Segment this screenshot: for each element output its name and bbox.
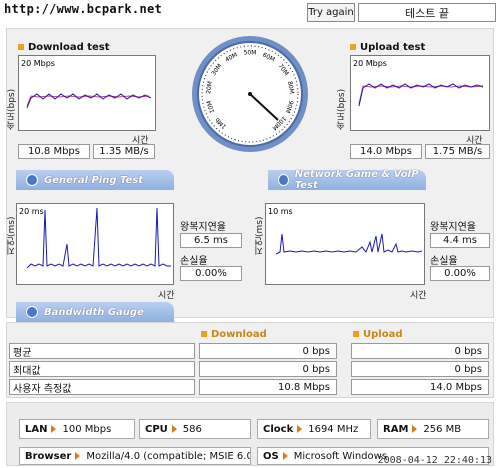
bandwidth-max-upload: 0 bps	[351, 361, 489, 377]
gauge-tick-label: 50M	[244, 50, 257, 57]
bandwidth-row-label: 사용자 측정값	[9, 379, 195, 395]
col-upload-header: Upload	[353, 329, 402, 340]
upload-graph-svg: 20 Mbps	[353, 59, 484, 107]
gauge-svg: 1Mb10M20M30M40M 50M 60M70M80M90M100M	[192, 36, 308, 152]
bandwidth-avg-upload: 0 bps	[351, 343, 489, 359]
game-rtt-value: 4.4 ms	[430, 233, 490, 248]
col-download-header: Download	[201, 329, 267, 340]
ping-rtt-label: 왕복지연율	[180, 222, 226, 233]
bandwidth-user-download: 10.8 Mbps	[199, 379, 337, 395]
upload-mbs: 1.75 MB/s	[425, 144, 490, 159]
game-loss-label: 손실율	[430, 256, 458, 267]
game-rtt-label: 왕복지연율	[430, 222, 476, 233]
clock-info: Clock 1694 MHz	[257, 419, 371, 439]
speed-gauge: 1Mb 10M 20M 30M 40M 50M 60M 70M 80M 90M 100M	[190, 34, 310, 154]
ping-loss-label: 손실율	[180, 256, 208, 267]
game-loss-value: 0.00%	[430, 266, 490, 281]
orange-square-icon	[18, 44, 24, 50]
bandwidth-max-download: 0 bps	[199, 361, 337, 377]
download-graph: 20 Mbps	[18, 55, 156, 131]
speedtest-window: http://www.bcpark.net Try again 테스트 끝 Do…	[0, 0, 500, 468]
ping-rtt-value: 6.5 ms	[180, 233, 242, 248]
test-status-field: 테스트 끝	[358, 3, 496, 22]
orange-square-icon	[201, 331, 207, 337]
game-tab-icon	[278, 174, 289, 186]
game-ymax-label: 10 ms	[268, 207, 293, 216]
upload-graph: 20 Mbps	[350, 55, 490, 131]
download-mbps: 10.8 Mbps	[18, 144, 90, 159]
bandwidth-row-label: 최대값	[9, 361, 195, 377]
upload-mbps: 14.0 Mbps	[350, 144, 422, 159]
arrow-right-icon	[171, 425, 177, 433]
download-ymax-label: 20 Mbps	[21, 59, 55, 68]
download-graph-svg: 20 Mbps	[21, 59, 152, 109]
arrow-right-icon	[75, 452, 81, 460]
ping-xlabel: 시간	[158, 291, 175, 301]
tab-bandwidth-gauge[interactable]: Bandwidth Gauge	[16, 302, 174, 322]
ram-info: RAM 256 MB	[377, 419, 489, 439]
upload-ymax-label: 20 Mbps	[353, 59, 387, 68]
ping-loss-value: 0.00%	[180, 266, 242, 281]
download-mbs: 1.35 MB/s	[93, 144, 155, 159]
site-logo[interactable]: http://www.bcpark.net	[4, 2, 162, 16]
bandwidth-user-upload: 14.0 Mbps	[351, 379, 489, 395]
download-title: Download test	[18, 42, 110, 53]
try-again-button[interactable]: Try again	[307, 3, 355, 22]
orange-square-icon	[350, 44, 356, 50]
bandwidth-avg-download: 0 bps	[199, 343, 337, 359]
bandwidth-tab-icon	[26, 306, 38, 318]
orange-square-icon	[353, 331, 359, 337]
ping-graph: 20 ms	[16, 203, 174, 285]
browser-info: Browser Mozilla/4.0 (compatible; MSIE 6.0	[19, 447, 251, 465]
bandwidth-row-label: 평균	[9, 343, 195, 359]
upload-title: Upload test	[350, 42, 425, 53]
ping-tab-icon	[26, 174, 38, 186]
game-xlabel: 시간	[410, 291, 427, 301]
arrow-right-icon	[412, 425, 418, 433]
download-ylabel: 속도(bps)	[7, 88, 17, 130]
game-graph: 10 ms	[265, 203, 425, 285]
tab-network-game[interactable]: Network Game & VoIP Test	[268, 169, 426, 191]
arrow-right-icon	[282, 452, 288, 460]
ping-graph-svg: 20 ms	[19, 207, 171, 269]
ping-ymax-label: 20 ms	[19, 207, 44, 216]
cpu-info: CPU 586	[139, 419, 251, 439]
timestamp: 2008-04-12 22:40:13	[377, 455, 492, 466]
arrow-right-icon	[51, 425, 57, 433]
lan-info: LAN 100 Mbps	[19, 419, 135, 439]
arrow-right-icon	[297, 425, 303, 433]
upload-ylabel: 속도(bps)	[337, 88, 347, 130]
game-graph-svg: 10 ms	[268, 207, 423, 255]
bandwidth-panel: Download Upload 평균 0 bps 0 bps 최대값 0 bps…	[6, 322, 494, 398]
tab-general-ping[interactable]: General Ping Test	[16, 170, 174, 190]
